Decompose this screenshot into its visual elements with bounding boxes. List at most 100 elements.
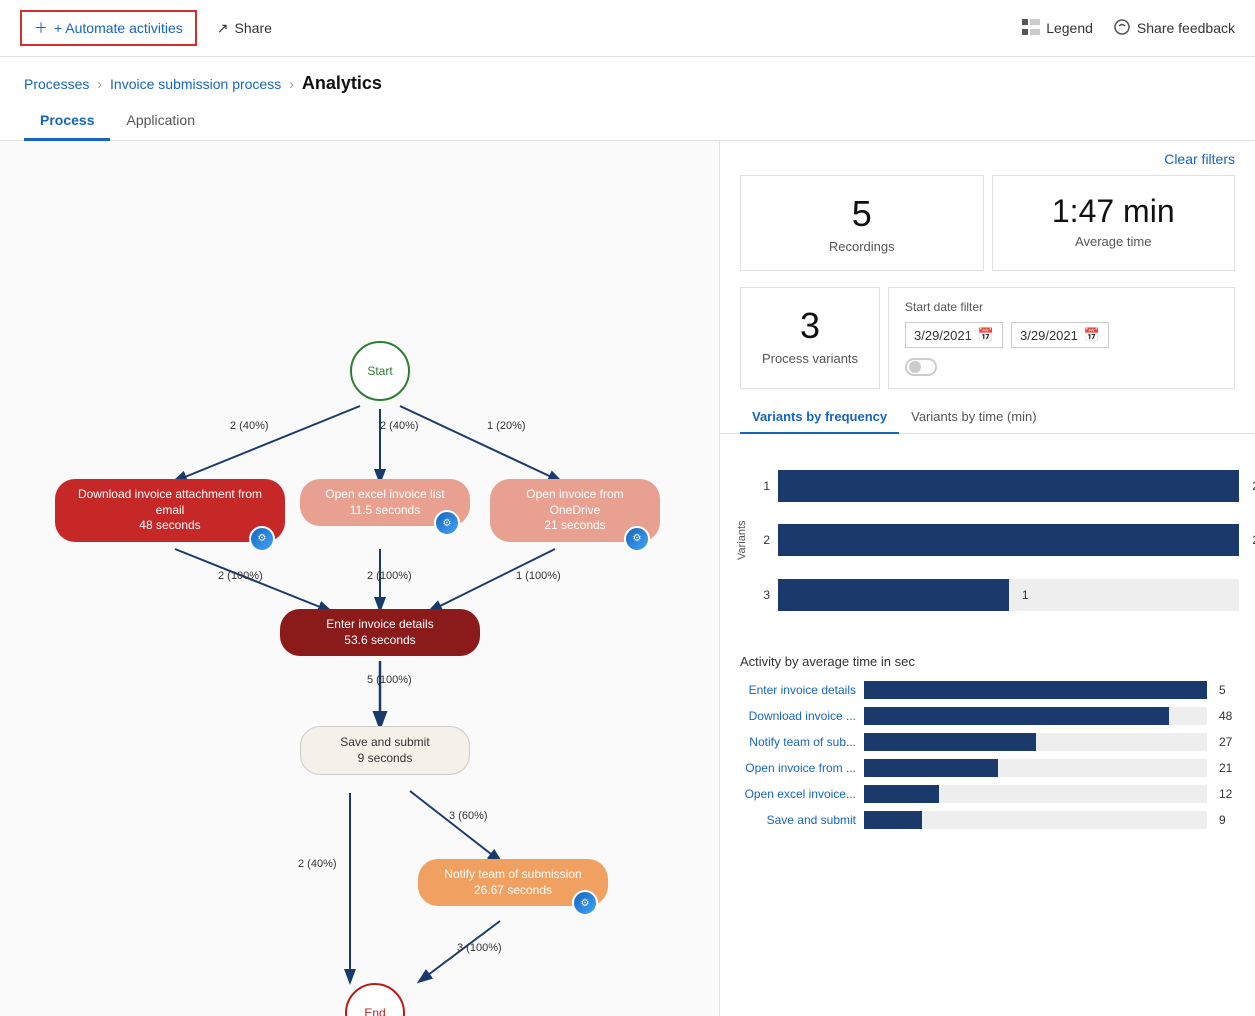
legend-label: Legend (1046, 20, 1093, 36)
activity-bar-bg-6 (864, 811, 1207, 829)
automate-label: + Automate activities (54, 20, 183, 36)
tab-application[interactable]: Application (110, 102, 211, 141)
activity-bar-fill-4 (864, 759, 998, 777)
download-node[interactable]: Download invoice attachment from email48… (55, 479, 285, 542)
calendar-end-icon[interactable]: 📅 (1084, 327, 1100, 343)
activity-label-1: Enter invoice details (736, 683, 856, 697)
clear-filters-row: Clear filters (720, 141, 1255, 171)
activity-row-1: Enter invoice details 5 (736, 681, 1239, 699)
activity-bar-bg-3 (864, 733, 1207, 751)
activity-bar-fill-5 (864, 785, 939, 803)
date-start-input[interactable]: 3/29/2021 📅 (905, 322, 1003, 348)
edge-save-notify: 3 (60%) (449, 809, 488, 823)
activity-bar-bg-1 (864, 681, 1207, 699)
recordings-card: 5 Recordings (740, 175, 984, 271)
activity-label-5: Open excel invoice... (736, 787, 856, 801)
right-panel: Clear filters 5 Recordings 1:47 min Aver… (720, 141, 1255, 1016)
activity-row-3: Notify team of sub... 27 (736, 733, 1239, 751)
edge-drive-enter: 1 (100%) (516, 569, 561, 583)
bar-fill-1: 2 (778, 470, 1239, 502)
activity-bar-fill-2 (864, 707, 1169, 725)
activity-label-2: Download invoice ... (736, 709, 856, 723)
activity-value-3: 27 (1219, 735, 1239, 749)
activity-value-6: 9 (1219, 813, 1239, 827)
enter-details-node[interactable]: Enter invoice details53.6 seconds (280, 609, 480, 656)
bar-label-2: 2 (754, 533, 770, 547)
bar-bg-2: 2 (778, 524, 1239, 556)
activity-bar-bg-5 (864, 785, 1207, 803)
open-excel-node[interactable]: Open excel invoice list11.5 seconds ⚙ (300, 479, 470, 526)
activity-bar-fill-3 (864, 733, 1036, 751)
feedback-button[interactable]: Share feedback (1113, 19, 1235, 38)
notify-node[interactable]: Notify team of submission26.67 seconds ⚙ (418, 859, 608, 906)
recordings-value: 5 (761, 192, 963, 235)
tab-process[interactable]: Process (24, 102, 110, 141)
legend-icon (1022, 19, 1040, 38)
activity-label-4: Open invoice from ... (736, 761, 856, 775)
clear-filters-button[interactable]: Clear filters (1164, 151, 1235, 167)
edge-excel-enter: 2 (100%) (367, 569, 412, 583)
open-drive-label: Open invoice from OneDrive21 seconds (504, 487, 646, 534)
start-label: Start (367, 364, 392, 378)
save-submit-label: Save and submit9 seconds (340, 735, 429, 766)
date-toggle-switch[interactable] (905, 358, 937, 376)
download-bot-badge: ⚙ (249, 526, 275, 552)
feedback-icon (1113, 19, 1131, 38)
drive-bot-badge: ⚙ (624, 526, 650, 552)
activity-value-1: 5 (1219, 683, 1239, 697)
variants-card: 3 Process variants (740, 287, 880, 389)
enter-details-label: Enter invoice details53.6 seconds (326, 617, 433, 648)
bar-label-1: 1 (754, 479, 770, 493)
breadcrumb-sep1: › (97, 76, 102, 92)
share-button[interactable]: ↗ Share (217, 20, 272, 37)
date-end-value: 3/29/2021 (1020, 328, 1078, 343)
share-icon: ↗ (217, 20, 229, 37)
legend-button[interactable]: Legend (1022, 19, 1093, 38)
save-submit-node[interactable]: Save and submit9 seconds (300, 726, 470, 775)
chart-tab-time[interactable]: Variants by time (min) (899, 401, 1048, 434)
flow-panel: Start 2 (40%) 2 (40%) 1 (20%) Download i… (0, 141, 720, 1016)
bar-chart-container: Variants 1 2 2 (736, 450, 1239, 630)
top-bar-left: ＋ + Automate activities ↗ Share (20, 10, 272, 46)
excel-bot-badge: ⚙ (434, 510, 460, 536)
breadcrumb-invoice[interactable]: Invoice submission process (110, 76, 281, 92)
top-bar-right: Legend Share feedback (1022, 19, 1235, 38)
avg-time-card: 1:47 min Average time (992, 175, 1236, 271)
calendar-start-icon[interactable]: 📅 (978, 327, 994, 343)
activity-value-4: 21 (1219, 761, 1239, 775)
bar-chart-section: Variants 1 2 2 (720, 442, 1255, 646)
breadcrumb-current: Analytics (302, 73, 382, 94)
activity-bar-bg-2 (864, 707, 1207, 725)
edge-start-drive: 1 (20%) (487, 419, 526, 433)
start-node[interactable]: Start (350, 341, 410, 401)
edge-notify-end: 3 (100%) (457, 941, 502, 955)
variants-date-row: 3 Process variants Start date filter 3/2… (720, 287, 1255, 401)
end-label: End (364, 1006, 385, 1016)
edge-start-excel: 2 (40%) (380, 419, 419, 433)
activity-bar-fill-1 (864, 681, 1207, 699)
edge-save-end: 2 (40%) (298, 857, 337, 871)
bars-area: 1 2 2 2 (754, 450, 1239, 630)
date-filter-label: Start date filter (905, 300, 1218, 314)
activity-bar-fill-6 (864, 811, 922, 829)
notify-label: Notify team of submission26.67 seconds (444, 867, 581, 898)
avg-time-value: 1:47 min (1013, 192, 1215, 230)
breadcrumb-processes[interactable]: Processes (24, 76, 89, 92)
end-node[interactable]: End (345, 983, 405, 1016)
activity-row-4: Open invoice from ... 21 (736, 759, 1239, 777)
recordings-label: Recordings (761, 239, 963, 254)
bar-row-1: 1 2 (754, 470, 1239, 502)
chart-tab-frequency[interactable]: Variants by frequency (740, 401, 899, 434)
activity-value-2: 48 (1219, 709, 1239, 723)
date-end-input[interactable]: 3/29/2021 📅 (1011, 322, 1109, 348)
automate-button[interactable]: ＋ + Automate activities (20, 10, 197, 46)
bar-row-2: 2 2 (754, 524, 1239, 556)
activity-label-3: Notify team of sub... (736, 735, 856, 749)
bar-bg-1: 2 (778, 470, 1239, 502)
top-bar: ＋ + Automate activities ↗ Share Legend S… (0, 0, 1255, 57)
open-drive-node[interactable]: Open invoice from OneDrive21 seconds ⚙ (490, 479, 660, 542)
breadcrumb-sep2: › (289, 76, 294, 92)
date-filter-card: Start date filter 3/29/2021 📅 3/29/2021 … (888, 287, 1235, 389)
open-excel-label: Open excel invoice list11.5 seconds (325, 487, 444, 518)
share-label: Share (235, 20, 272, 36)
